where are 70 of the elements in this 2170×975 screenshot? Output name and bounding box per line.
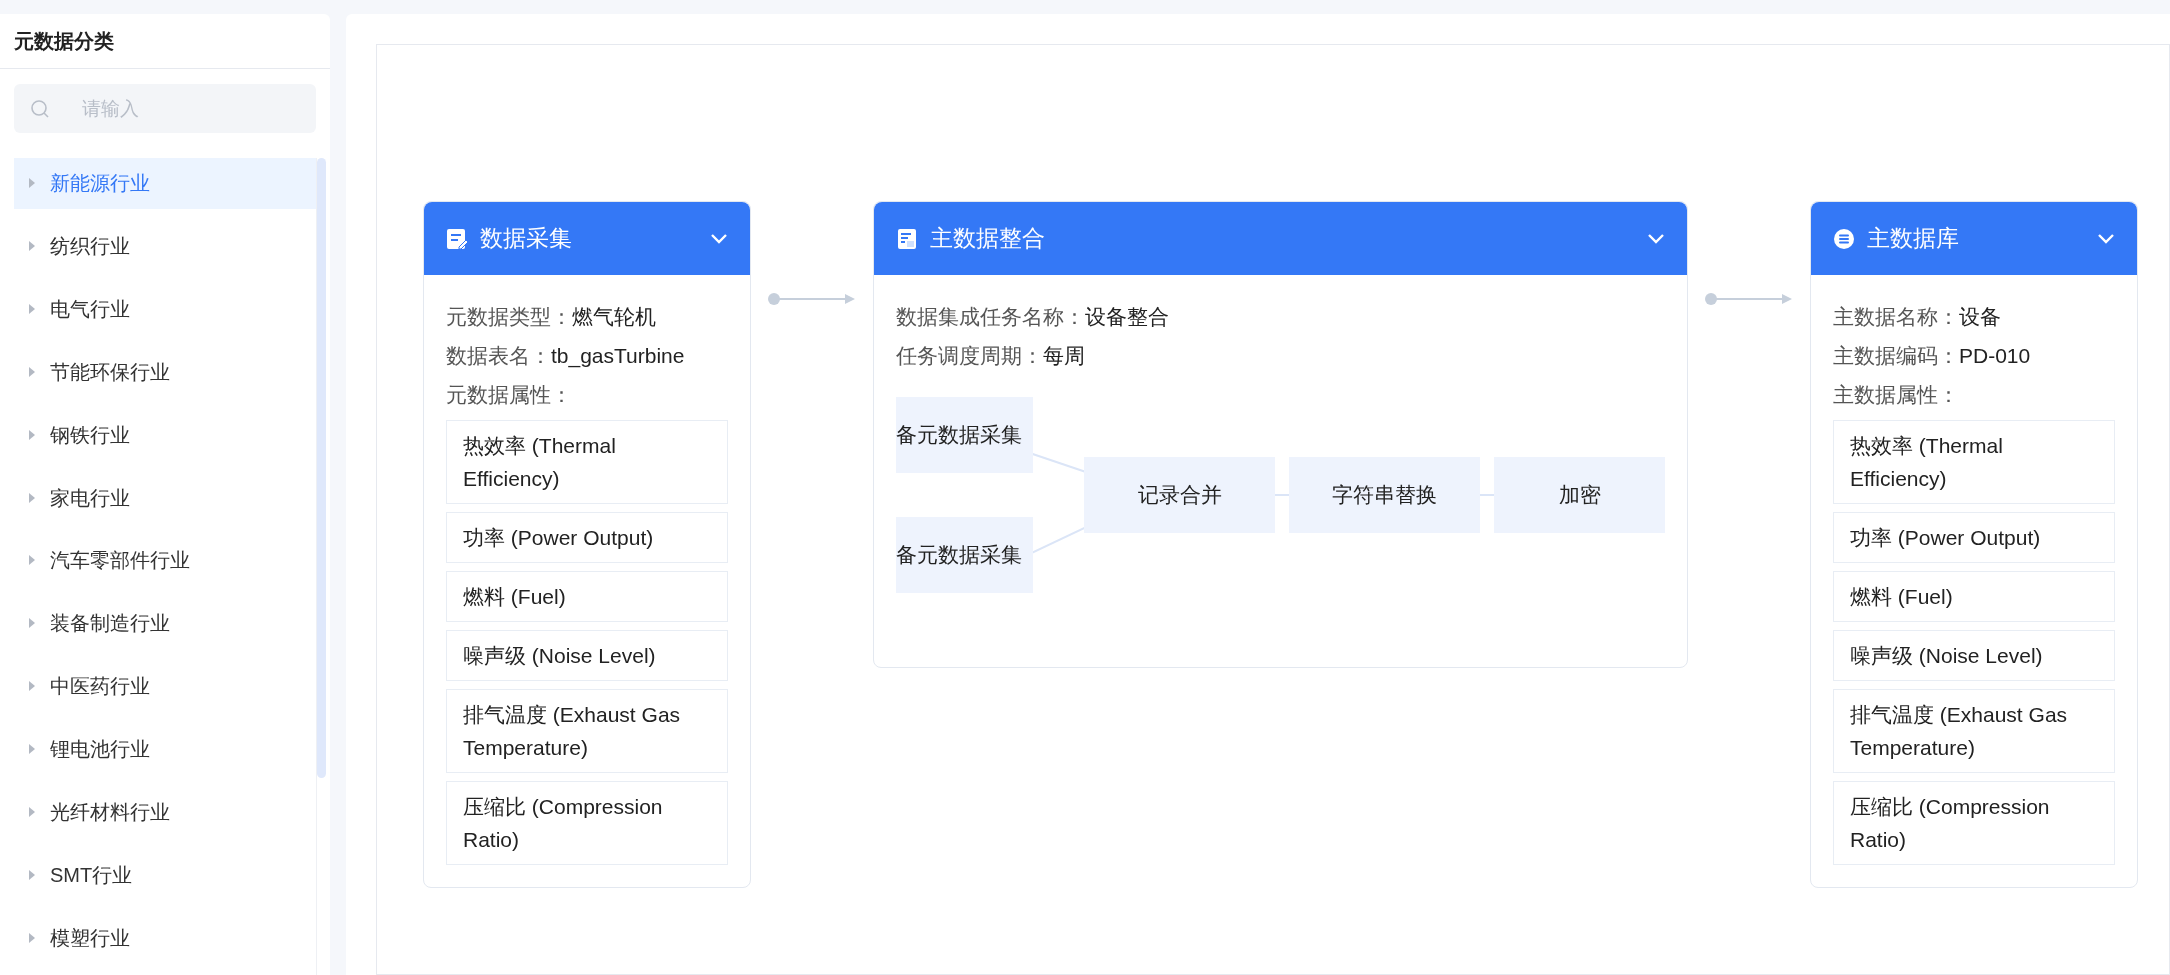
expand-arrow-icon[interactable] — [28, 366, 36, 377]
chevron-down-icon[interactable] — [1647, 232, 1665, 245]
field-value: 设备 — [1959, 304, 2001, 330]
attribute-item: 压缩比 (Compression Ratio) — [1833, 781, 2115, 865]
category-item[interactable]: 家电行业 — [14, 472, 316, 524]
expand-arrow-icon[interactable] — [28, 555, 36, 566]
attribute-item: 热效率 (Thermal Efficiency) — [446, 420, 728, 504]
scrollbar-thumb[interactable] — [317, 158, 326, 778]
attribute-item: 燃料 (Fuel) — [446, 571, 728, 622]
chevron-down-icon[interactable] — [710, 232, 728, 245]
note-edit-icon — [446, 227, 468, 250]
expand-arrow-icon[interactable] — [28, 618, 36, 629]
field-value: 每周 — [1043, 343, 1085, 369]
card-title: 主数据库 — [1867, 224, 1960, 254]
field-label: 主数据编码： — [1833, 343, 1959, 369]
card-title: 数据采集 — [480, 224, 573, 254]
field-value: 燃气轮机 — [572, 304, 656, 330]
category-item[interactable]: 光纤材料行业 — [14, 786, 316, 838]
category-item[interactable]: 节能环保行业 — [14, 346, 316, 398]
expand-arrow-icon[interactable] — [28, 178, 36, 189]
field-label: 数据集成任务名称： — [896, 304, 1085, 330]
document-icon — [896, 227, 918, 250]
database-icon — [1833, 227, 1855, 250]
search-field[interactable]: 请输入 — [14, 84, 316, 133]
category-item[interactable]: 装备制造行业 — [14, 597, 316, 649]
chevron-down-icon[interactable] — [2097, 232, 2115, 245]
attribute-item: 燃料 (Fuel) — [1833, 571, 2115, 622]
attribute-item: 压缩比 (Compression Ratio) — [446, 781, 728, 865]
attribute-item: 噪声级 (Noise Level) — [446, 630, 728, 681]
pipeline-node[interactable]: 字符串替换 — [1289, 457, 1480, 533]
attribute-item: 热效率 (Thermal Efficiency) — [1833, 420, 2115, 504]
expand-arrow-icon[interactable] — [28, 304, 36, 315]
category-item[interactable]: 钢铁行业 — [14, 409, 316, 461]
category-item[interactable]: 模塑行业 — [14, 912, 316, 963]
card-title: 主数据整合 — [930, 224, 1046, 254]
field-label: 任务调度周期： — [896, 343, 1043, 369]
category-item[interactable]: 中医药行业 — [14, 660, 316, 712]
pipeline-node[interactable]: 加密 — [1494, 457, 1665, 533]
field-label: 元数据类型： — [446, 304, 572, 330]
expand-arrow-icon[interactable] — [28, 932, 36, 943]
category-item[interactable]: 锂电池行业 — [14, 723, 316, 775]
attribute-item: 排气温度 (Exhaust Gas Temperature) — [1833, 689, 2115, 773]
sidebar-title: 元数据分类 — [0, 14, 330, 69]
attribute-item: 功率 (Power Output) — [446, 512, 728, 563]
field-value: tb_gasTurbine — [551, 343, 685, 370]
attributes-label: 主数据属性： — [1833, 382, 1960, 408]
expand-arrow-icon[interactable] — [28, 869, 36, 880]
category-item[interactable]: 新能源行业 — [14, 158, 316, 209]
attributes-label: 元数据属性： — [446, 382, 573, 408]
attribute-item: 噪声级 (Noise Level) — [1833, 630, 2115, 681]
pipeline-node[interactable]: 备元数据采集 — [896, 397, 1033, 473]
category-item[interactable]: SMT行业 — [14, 849, 316, 901]
field-value: 设备整合 — [1085, 304, 1169, 330]
category-item[interactable]: 汽车零部件行业 — [14, 535, 316, 586]
category-item[interactable]: 电气行业 — [14, 283, 316, 335]
search-icon — [30, 99, 50, 119]
attribute-item: 功率 (Power Output) — [1833, 512, 2115, 563]
field-label: 数据表名： — [446, 343, 551, 369]
expand-arrow-icon[interactable] — [28, 806, 36, 817]
field-value: PD-010 — [1959, 343, 2031, 369]
pipeline-node[interactable]: 记录合并 — [1084, 457, 1275, 533]
pipeline-node[interactable]: 备元数据采集 — [896, 517, 1033, 593]
expand-arrow-icon[interactable] — [28, 492, 36, 503]
field-label: 主数据名称： — [1833, 304, 1959, 330]
expand-arrow-icon[interactable] — [28, 681, 36, 692]
expand-arrow-icon[interactable] — [28, 241, 36, 252]
expand-arrow-icon[interactable] — [28, 429, 36, 440]
category-item[interactable]: 纺织行业 — [14, 220, 316, 272]
attribute-item: 排气温度 (Exhaust Gas Temperature) — [446, 689, 728, 773]
expand-arrow-icon[interactable] — [28, 744, 36, 754]
